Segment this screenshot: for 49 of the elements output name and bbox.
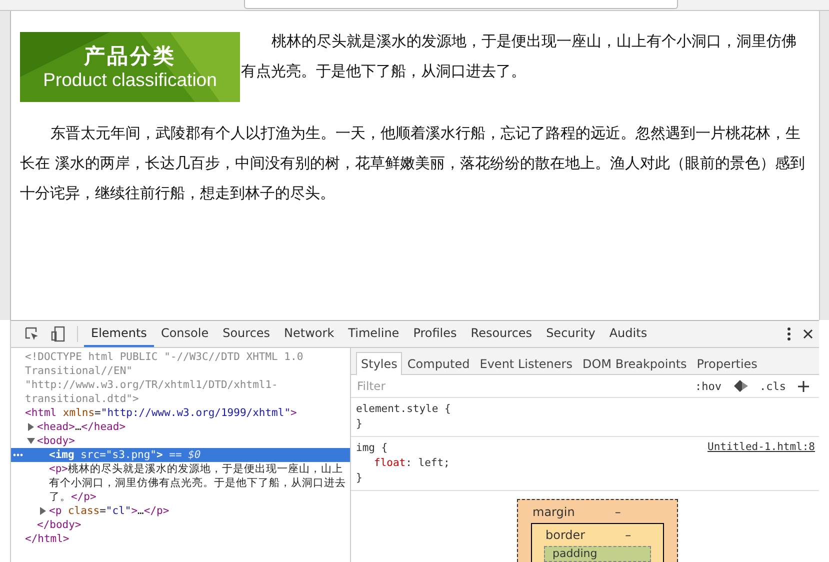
margin-label: margin bbox=[532, 504, 575, 520]
close-icon[interactable] bbox=[803, 329, 813, 339]
diamond-icon[interactable] bbox=[734, 380, 748, 392]
devtools-tab[interactable]: Resources bbox=[464, 321, 540, 347]
padding-label: padding bbox=[552, 547, 598, 560]
border-label: border bbox=[546, 527, 586, 543]
devtools-tab[interactable]: Sources bbox=[216, 321, 278, 347]
dom-node[interactable]: <body> bbox=[37, 434, 346, 448]
dom-node[interactable]: <html xmlns="http://www.w3.org/1999/xhtml"> bbox=[25, 406, 346, 420]
closing-brace: } bbox=[356, 417, 364, 432]
css-selector: element.style { bbox=[356, 402, 451, 417]
inspect-icon[interactable] bbox=[25, 327, 39, 341]
more-menu-icon[interactable] bbox=[787, 327, 791, 341]
hover-state-toggle[interactable]: :hov bbox=[695, 380, 722, 392]
css-declaration[interactable]: float: left; bbox=[356, 456, 815, 471]
devtools-tab[interactable]: Network bbox=[277, 321, 342, 347]
dom-node[interactable]: <head>…</head> bbox=[37, 420, 346, 434]
devtools-tab[interactable]: Profiles bbox=[406, 321, 464, 347]
devtools-tab[interactable]: Timeline bbox=[341, 321, 406, 347]
dom-node[interactable]: </html> bbox=[25, 532, 346, 546]
paragraph: 桃林的尽头就是溪水的发源地，于是便出现一座山，山上有个小洞口，洞里仿佛有点光亮。于是他下了船，从洞口进去了。 bbox=[241, 31, 798, 82]
dom-node[interactable]: </body> bbox=[37, 518, 346, 532]
plus-icon[interactable] bbox=[798, 380, 809, 392]
margin-value: – bbox=[614, 504, 621, 520]
css-selector: img { bbox=[356, 441, 388, 456]
collapsed-triangle-icon[interactable] bbox=[27, 423, 35, 431]
more-icon[interactable] bbox=[13, 453, 23, 457]
dom-node[interactable]: <!DOCTYPE html PUBLIC "-//W3C//DTD XHTML 1.0 Transitional//EN" "http://www.w3.org/TR/xhtml1/DTD/xhtml1-transitional.dtd"> bbox=[25, 350, 346, 406]
devtools-tab[interactable]: Console bbox=[154, 321, 216, 347]
dom-node[interactable]: <p class="cl">…</p> bbox=[49, 504, 346, 518]
banner-subtitle: Product classification bbox=[43, 69, 217, 91]
styles-tab[interactable]: Styles bbox=[356, 352, 402, 375]
closing-brace: } bbox=[356, 471, 364, 486]
styles-tab[interactable]: DOM Breakpoints bbox=[577, 352, 692, 374]
source-link[interactable]: Untitled-1.html:8 bbox=[708, 441, 815, 456]
styles-tab[interactable]: Properties bbox=[692, 352, 762, 374]
devtools-tab[interactable]: Elements bbox=[84, 321, 154, 347]
banner-title: 产品分类 bbox=[84, 43, 176, 69]
class-toggle[interactable]: .cls bbox=[760, 380, 786, 392]
styles-tab[interactable]: Event Listeners bbox=[474, 352, 578, 374]
devtools-tab[interactable]: Security bbox=[539, 321, 602, 347]
expanded-triangle-icon[interactable] bbox=[27, 437, 35, 445]
styles-tab[interactable]: Computed bbox=[402, 352, 475, 374]
collapsed-triangle-icon[interactable] bbox=[39, 507, 47, 515]
dom-node[interactable]: <p>桃林的尽头就是溪水的发源地，于是便出现一座山，山上有个小洞口，洞里仿佛有点光亮。于是他下了船，从洞口进去了。</p> bbox=[49, 462, 346, 504]
border-value: – bbox=[625, 527, 632, 543]
device-icon[interactable] bbox=[51, 326, 65, 342]
devtools-tab[interactable]: Audits bbox=[602, 321, 654, 347]
paragraph: 东晋太元年间，武陵郡有个人以打渔为生。一天，他顺着溪水行船，忘记了路程的远近。忽然遇到一片桃花林，生长在 溪水的两岸，长达几百步，中间没有别的树，花草鲜嫩美丽，落花纷纷的散在地上。渔人对此（眼前的景色）感到十分诧异，继续往前行船，想走到林子的尽头。 bbox=[20, 123, 806, 204]
